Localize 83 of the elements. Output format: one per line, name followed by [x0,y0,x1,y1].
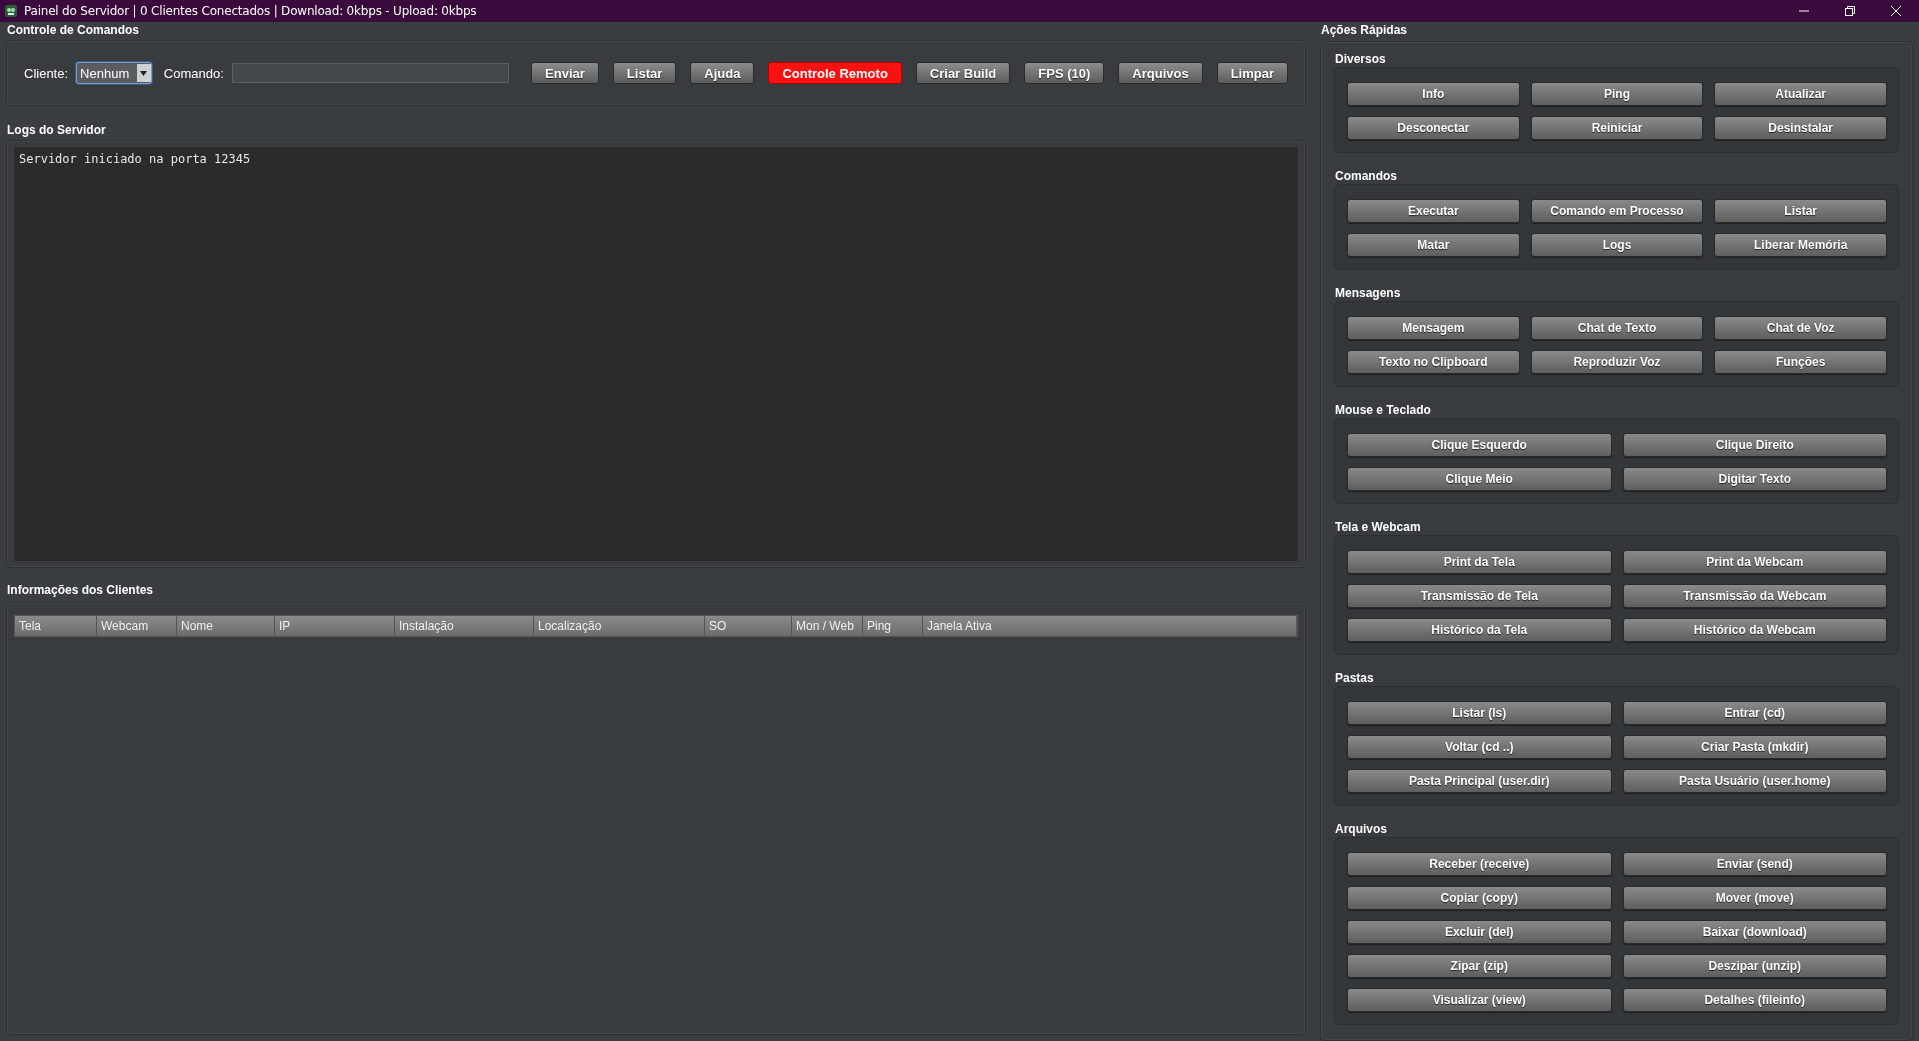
client-label: Cliente: [24,65,69,81]
column-header[interactable]: Ping [863,616,923,636]
action-button[interactable]: Histórico da Tela [1347,618,1612,642]
action-button[interactable]: Transmissão da Webcam [1622,584,1887,608]
column-header[interactable]: Tela [15,616,97,636]
close-icon [1891,6,1901,16]
section-title: Ações Rápidas [1321,22,1409,38]
action-button[interactable]: Pasta Usuário (user.home) [1622,769,1887,793]
command-button[interactable]: Limpar [1216,62,1288,84]
action-button[interactable]: Detalhes (fileinfo) [1622,988,1887,1012]
section-title: Controle de Comandos [7,22,140,38]
action-button[interactable]: Mover (move) [1622,886,1887,910]
group-title: Comandos [1335,168,1398,184]
action-button[interactable]: Copiar (copy) [1347,886,1612,910]
command-button[interactable]: Ajuda [690,62,755,84]
command-field[interactable] [231,63,510,83]
action-button[interactable]: Print da Webcam [1622,550,1887,574]
action-button[interactable]: Desconectar [1347,116,1520,140]
group-title: Mouse e Teclado [1335,402,1432,418]
action-button[interactable]: Transmissão de Tela [1347,584,1612,608]
action-button[interactable]: Clique Esquerdo [1347,433,1612,457]
command-button[interactable]: Criar Build [915,62,1011,84]
section-title: Logs do Servidor [7,122,107,138]
group-title: Arquivos [1335,821,1388,837]
action-button[interactable]: Criar Pasta (mkdir) [1622,735,1887,759]
action-button[interactable]: Liberar Memória [1714,233,1887,257]
command-button[interactable]: Listar [612,62,677,84]
action-button[interactable]: Comando em Processo [1530,199,1704,223]
dropdown-arrow-icon [140,70,148,76]
action-button[interactable]: Enviar (send) [1622,852,1887,876]
column-header[interactable]: Mon / Web [792,616,863,636]
action-button[interactable]: Entrar (cd) [1622,701,1887,725]
group-title: Pastas [1335,670,1375,686]
column-header[interactable]: SO [705,616,792,636]
client-dropdown[interactable]: Nenhum [76,62,152,84]
action-button[interactable]: Excluir (del) [1347,920,1612,944]
command-button[interactable]: FPS (10) [1024,62,1105,84]
action-button[interactable]: Matar [1347,233,1520,257]
action-button[interactable]: Pasta Principal (user.dir) [1347,769,1612,793]
action-button[interactable]: Zipar (zip) [1347,954,1612,978]
action-button[interactable]: Visualizar (view) [1347,988,1612,1012]
action-button[interactable]: Clique Meio [1347,467,1612,491]
action-button[interactable]: Clique Direito [1622,433,1887,457]
group-title: Diversos [1335,51,1387,67]
action-button[interactable]: Histórico da Webcam [1622,618,1887,642]
action-button[interactable]: Voltar (cd ..) [1347,735,1612,759]
column-header[interactable]: Nome [177,616,275,636]
action-button[interactable]: Baixar (download) [1622,920,1887,944]
section-title: Informações dos Clientes [7,582,155,598]
column-header[interactable]: IP [275,616,395,636]
action-button[interactable]: Digitar Texto [1622,467,1887,491]
action-button[interactable]: Funções [1714,350,1887,374]
window-title: Painel do Servidor | 0 Clientes Conectados | Download: 0kbps - Upload: 0kbps [24,4,478,18]
restore-icon [1845,6,1855,16]
column-header[interactable]: Localização [534,616,705,636]
action-button[interactable]: Chat de Voz [1714,316,1887,340]
log-line: Servidor iniciado na porta 12345 [19,152,252,166]
action-button[interactable]: Print da Tela [1347,550,1612,574]
action-button[interactable]: Listar [1714,199,1887,223]
command-button[interactable]: Arquivos [1118,62,1203,84]
action-button[interactable]: Ping [1530,82,1704,106]
action-button[interactable]: Texto no Clipboard [1347,350,1520,374]
action-button[interactable]: Desinstalar [1714,116,1887,140]
action-button[interactable]: Atualizar [1714,82,1887,106]
column-header[interactable]: Instalação [395,616,534,636]
group-title: Tela e Webcam [1335,519,1422,535]
action-button[interactable]: Chat de Texto [1530,316,1704,340]
column-header[interactable]: Janela Ativa [923,616,1297,636]
action-button[interactable]: Receber (receive) [1347,852,1612,876]
action-button[interactable]: Reproduzir Voz [1530,350,1704,374]
action-button[interactable]: Deszipar (unzip) [1622,954,1887,978]
action-button[interactable]: Reiniciar [1530,116,1704,140]
command-button[interactable]: Enviar [531,62,599,84]
action-button[interactable]: Logs [1530,233,1704,257]
action-button[interactable]: Listar (ls) [1347,701,1612,725]
column-header[interactable]: Webcam [97,616,177,636]
action-button[interactable]: Executar [1347,199,1520,223]
action-button[interactable]: Info [1347,82,1520,106]
app-icon [4,4,18,18]
action-button[interactable]: Mensagem [1347,316,1520,340]
command-label: Comando: [163,65,224,81]
remote-control-button[interactable]: Controle Remoto [768,62,902,84]
group-title: Mensagens [1335,285,1402,301]
